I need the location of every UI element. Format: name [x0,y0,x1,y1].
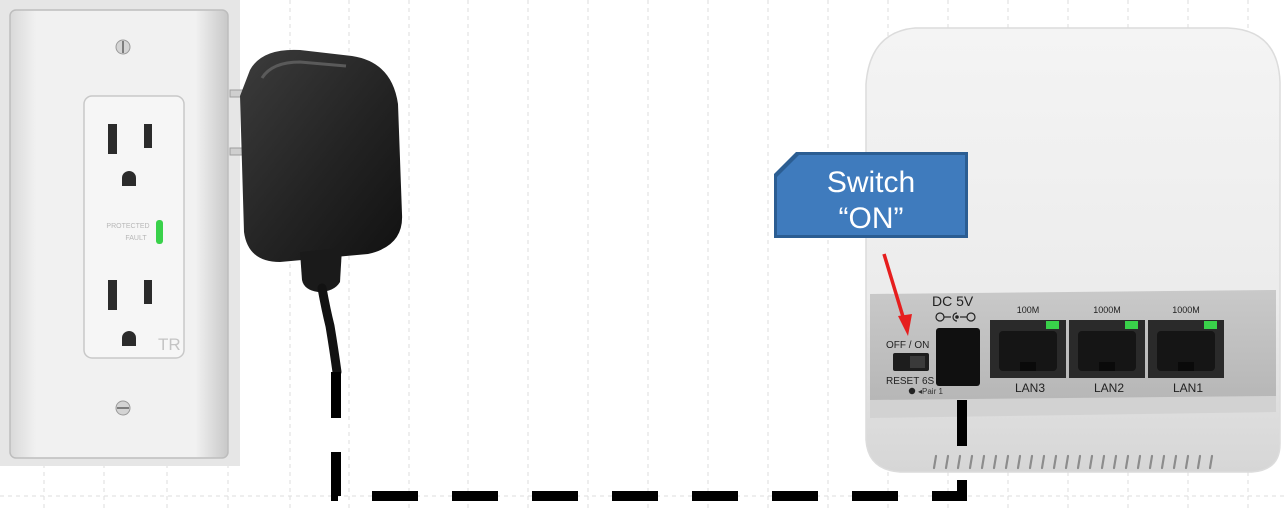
adapter-cord [317,283,342,377]
switch-on-callout: Switch “ON” [774,152,968,238]
lan3-label: LAN3 [1015,381,1045,395]
reset-button[interactable] [908,387,916,395]
callout-line-1: Switch [827,166,915,199]
lan2-port[interactable] [1069,320,1145,378]
reset-label: RESET 6S [886,376,934,387]
dc-power-port[interactable] [936,328,980,386]
lan2-label: LAN2 [1094,381,1124,395]
power-switch-label: OFF / ON [886,340,929,351]
indicator-label-1: PROTECTED [106,223,149,230]
lan1-port[interactable] [1148,320,1224,378]
callout-line-2: “ON” [839,202,904,235]
wall-outlet: PROTECTED FAULT TR [0,0,240,466]
lan1-speed-label: 1000M [1172,305,1200,315]
indicator-label-2: FAULT [125,235,147,242]
router: OFF / ON RESET 6S ◂Pair 1 DC 5V 100M 100… [865,27,1281,473]
power-adapter [229,49,403,377]
setup-diagram: PROTECTED FAULT TR OFF / ON RESET 6S ◂Pa… [0,0,1286,510]
dc-power-label: DC 5V [932,293,974,309]
indicator-led [156,220,163,244]
pair-label: ◂Pair 1 [918,387,943,396]
tr-mark: TR [158,335,181,354]
outlet-bottom-screw-icon [115,400,131,416]
lan1-label: LAN1 [1173,381,1203,395]
lan3-speed-label: 100M [1017,305,1040,315]
lan2-speed-label: 1000M [1093,305,1121,315]
outlet-top-screw-icon [115,39,131,55]
diagram-canvas: PROTECTED FAULT TR OFF / ON RESET 6S ◂Pa… [0,0,1286,510]
lan3-port[interactable] [990,320,1066,378]
